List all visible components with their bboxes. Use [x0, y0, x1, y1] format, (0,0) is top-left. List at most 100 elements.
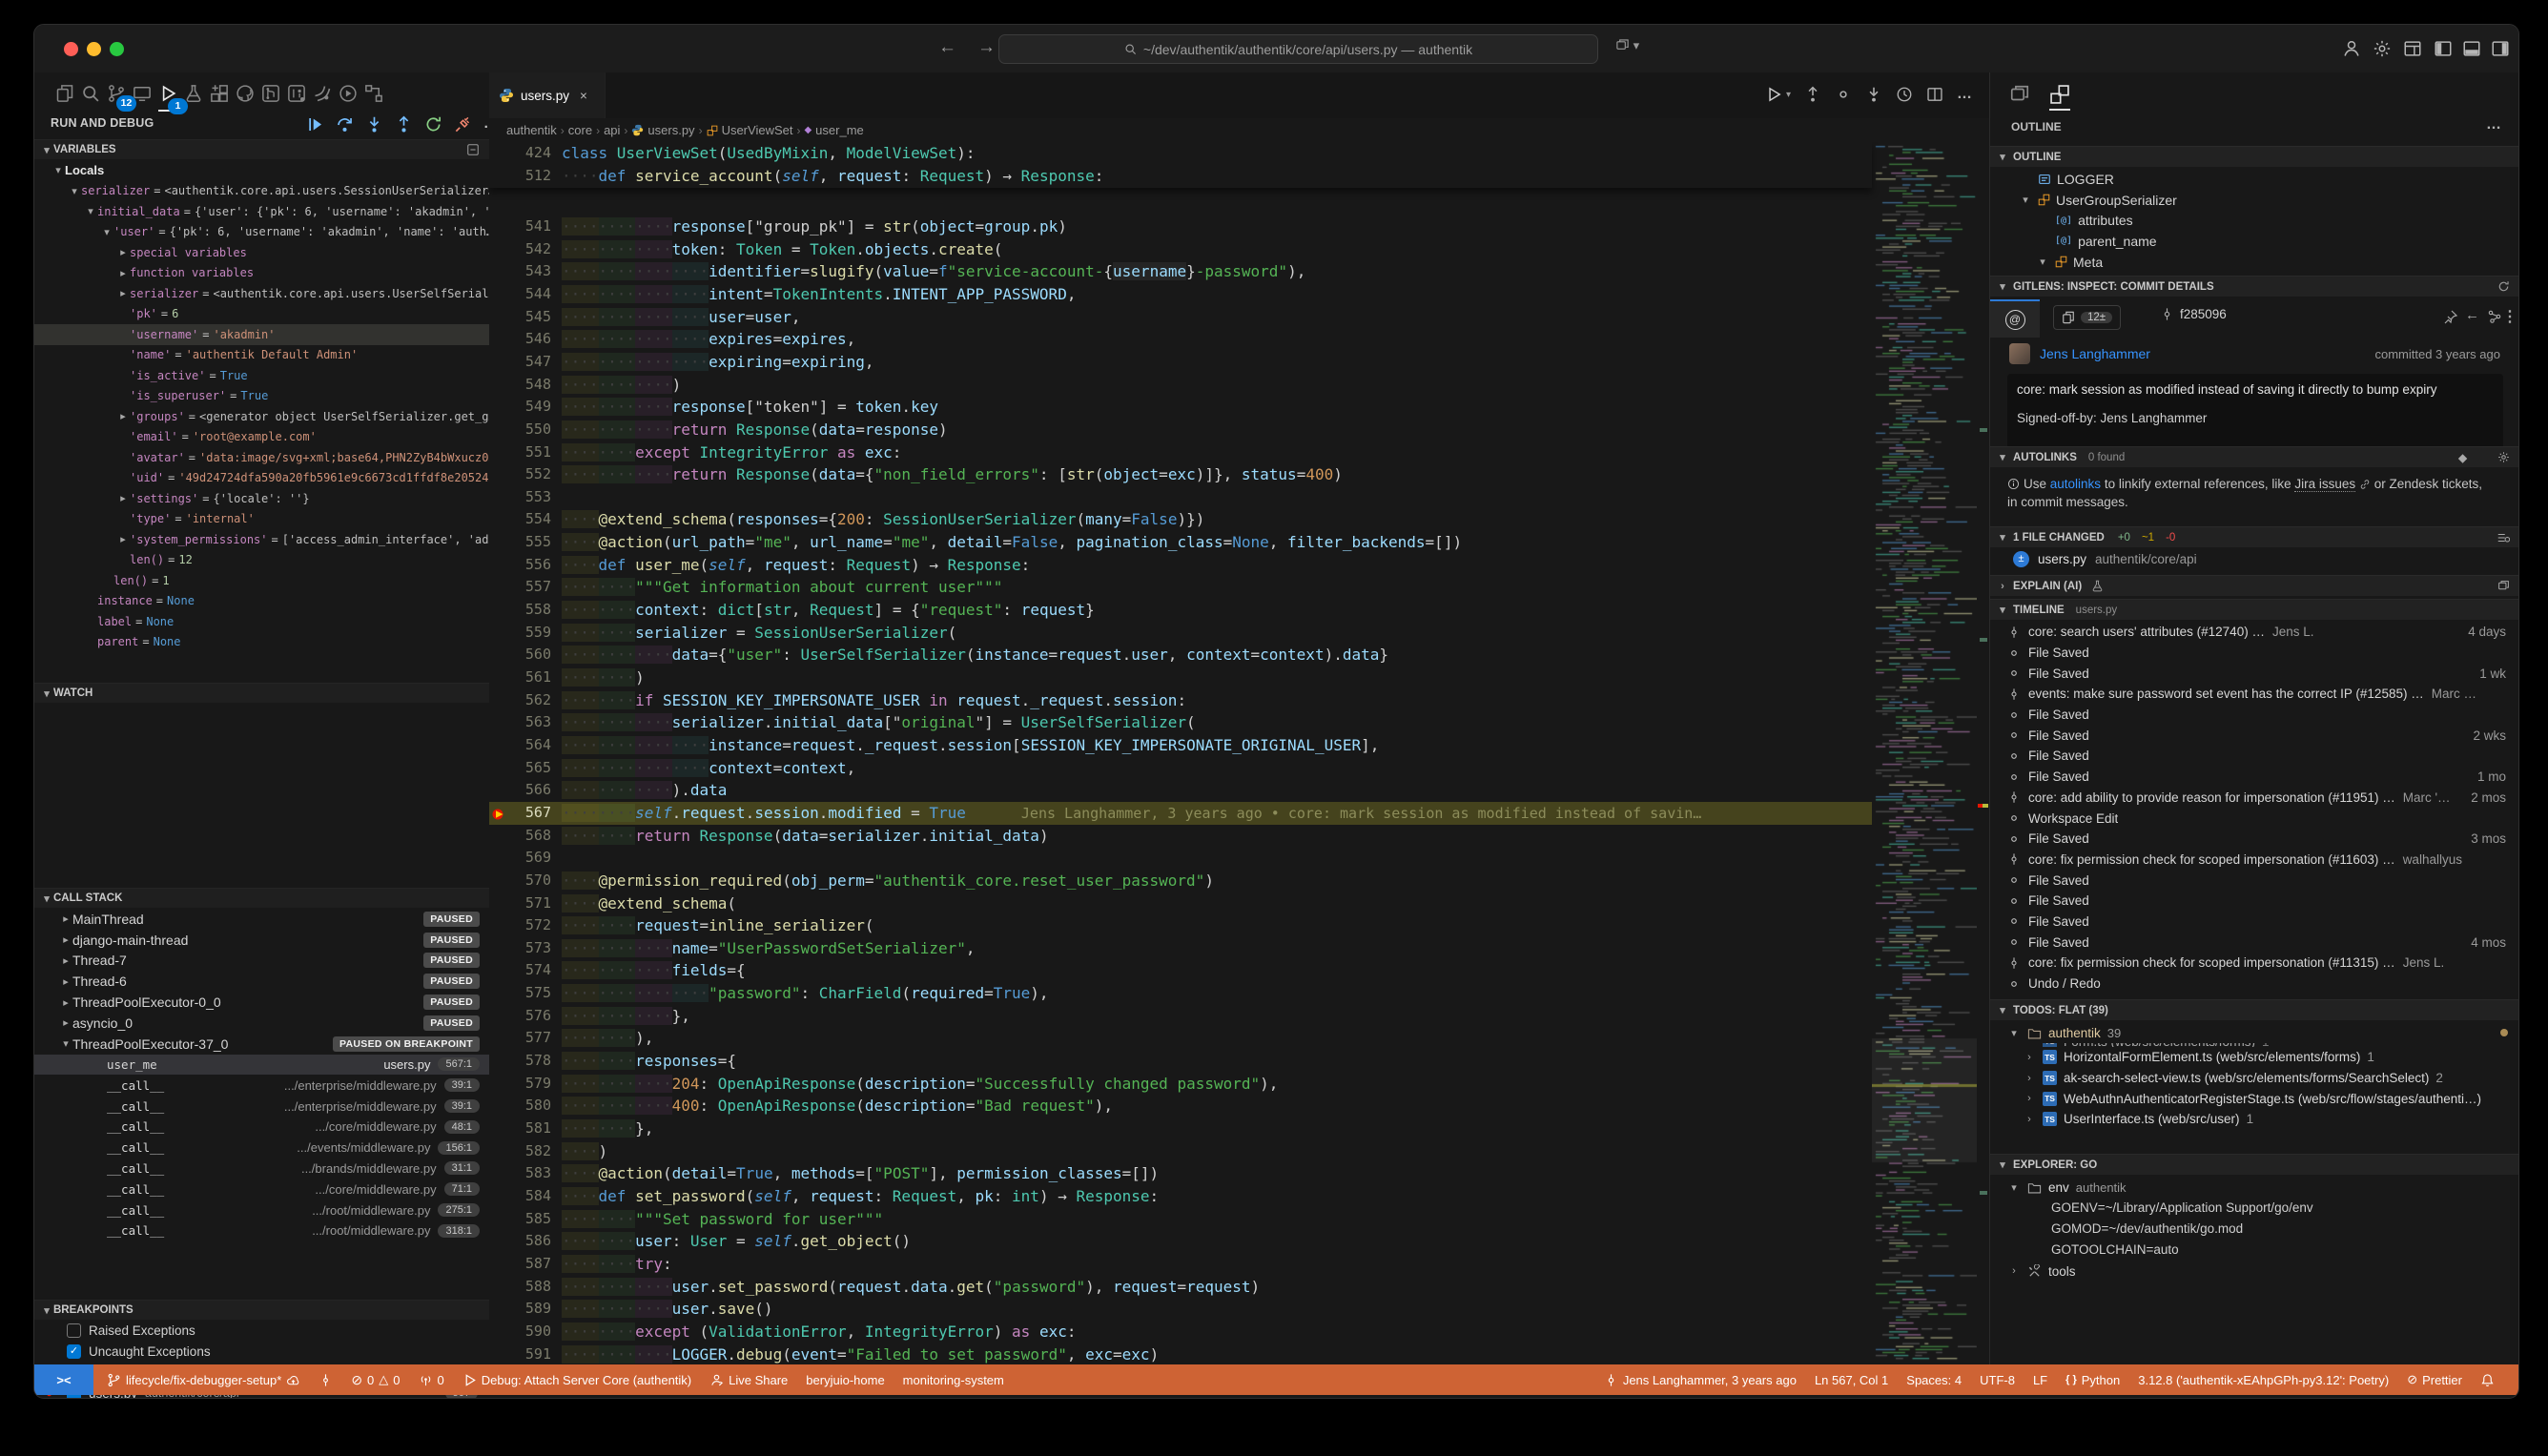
outline-item[interactable]: ▾UserGroupSerializer [1990, 190, 2519, 211]
status-item-live[interactable]: Live Share [709, 1373, 788, 1387]
variable-row[interactable]: ▸'groups'=<generator object UserSelfSeri… [34, 406, 489, 427]
breadcrumb-item[interactable]: authentik [506, 123, 557, 137]
todo-file-item[interactable]: ›TSWebAuthnAuthenticatorRegisterStage.ts… [1990, 1088, 2519, 1109]
code-line[interactable]: 590········except (ValidationError, Inte… [489, 1321, 1872, 1343]
code-line[interactable]: 512····def service_account(self, request… [489, 165, 1872, 188]
code-line[interactable]: 556····def user_me(self, request: Reques… [489, 554, 1872, 577]
call-stack-thread[interactable]: ▸Thread-7PAUSED [34, 951, 489, 972]
timeline-item[interactable]: core: search users' attributes (#12740) … [1990, 622, 2519, 643]
timeline-item[interactable]: Workspace Edit [1990, 808, 2519, 829]
call-stack-section-header[interactable]: ▾CALL STACK [34, 888, 489, 908]
editor-layout-icon[interactable]: ▾ [1615, 38, 1639, 53]
call-stack-frame[interactable]: __call__.../enterprise/middleware.py39:1 [34, 1075, 489, 1096]
outline-section-header[interactable]: ▾OUTLINE [1990, 146, 2519, 167]
code-line[interactable]: 543················identifier=slugify(va… [489, 260, 1872, 283]
back-icon[interactable]: ← [2465, 307, 2479, 323]
zoom-window-button[interactable] [110, 42, 124, 56]
variable-row[interactable]: ▾serializer=<authentik.core.api.users.Se… [34, 181, 489, 202]
activity-item-github[interactable] [236, 84, 258, 107]
todo-file-item[interactable]: ›TSUserInterface.ts (web/src/user)1 [1990, 1109, 2519, 1130]
activity-item-remote-tunnels[interactable] [364, 84, 387, 107]
call-stack-frame[interactable]: __call__.../brands/middleware.py31:1 [34, 1159, 489, 1179]
prev-change-icon[interactable] [1804, 86, 1821, 103]
run-python-file-icon[interactable] [1765, 86, 1782, 103]
changed-file-row[interactable]: ± users.py authentik/core/api [2013, 551, 2197, 567]
code-line[interactable]: 550············return Response(data=resp… [489, 419, 1872, 441]
variable-row[interactable]: 'is_superuser'=True [34, 386, 489, 407]
activity-item-extensions[interactable] [210, 84, 233, 107]
go-env-item[interactable]: GOTOOLCHAIN=auto [1990, 1239, 2519, 1260]
variable-row[interactable]: 'is_active'=True [34, 365, 489, 386]
code-line[interactable]: 559········serializer = SessionUserSeria… [489, 622, 1872, 645]
variable-row[interactable]: ▸serializer=<authentik.core.api.users.Us… [34, 283, 489, 304]
call-stack-thread[interactable]: ▸MainThreadPAUSED [34, 909, 489, 930]
activity-item-remote-explorer[interactable] [133, 84, 155, 107]
step-into-button[interactable] [365, 115, 383, 133]
variable-row[interactable]: 'email'='root@example.com' [34, 427, 489, 448]
toggle-primary-sidebar-icon[interactable] [2434, 39, 2453, 58]
call-stack-frame[interactable]: __call__.../enterprise/middleware.py39:1 [34, 1096, 489, 1117]
minimap[interactable] [1872, 142, 1977, 1364]
status-item-utf-8[interactable]: UTF-8 [1980, 1373, 2015, 1387]
variable-row[interactable]: 'type'='internal' [34, 509, 489, 530]
activity-item-search[interactable] [81, 84, 104, 107]
call-stack-thread[interactable]: ▾ThreadPoolExecutor-37_0PAUSED ON BREAKP… [34, 1034, 489, 1055]
call-stack-thread[interactable]: ▸ThreadPoolExecutor-0_0PAUSED [34, 992, 489, 1013]
call-stack-thread[interactable]: ▸asyncio_0PAUSED [34, 1013, 489, 1034]
restart-button[interactable] [424, 115, 442, 133]
code-line[interactable]: 569 [489, 847, 1872, 870]
watch-section-header[interactable]: ▾WATCH [34, 683, 489, 703]
timeline-item[interactable]: File Saved [1990, 870, 2519, 891]
breakpoint-checkbox[interactable]: ✓ [67, 1344, 81, 1359]
code-line[interactable]: 586········user: User = self.get_object(… [489, 1230, 1872, 1253]
code-line[interactable]: 565················context=context, [489, 757, 1872, 780]
autolinks-link[interactable]: autolinks [2050, 477, 2101, 491]
code-line[interactable]: 587········try: [489, 1253, 1872, 1276]
code-line[interactable]: 573············name="UserPasswordSetSeri… [489, 937, 1872, 960]
todos-section-header[interactable]: ▾TODOS: FLAT (39) [1990, 999, 2519, 1020]
code-line[interactable]: 547················expiring=expiring, [489, 351, 1872, 374]
commit-sha[interactable]: f285096 [2160, 307, 2227, 321]
variable-row[interactable]: label=None [34, 611, 489, 632]
close-window-button[interactable] [64, 42, 78, 56]
variable-row[interactable]: parent=None [34, 632, 489, 653]
status-item[interactable] [318, 1373, 333, 1387]
variable-row[interactable]: 'name'='authentik Default Admin' [34, 345, 489, 366]
timeline-item[interactable]: File Saved4 mos [1990, 932, 2519, 953]
status-item-spaces[interactable]: Spaces: 4 [1906, 1373, 1962, 1387]
breakpoint-row[interactable]: ✓Uncaught Exceptions [34, 1342, 489, 1363]
code-line[interactable]: 545················user=user, [489, 306, 1872, 329]
code-line[interactable]: 567········self.request.session.modified… [489, 802, 1977, 825]
toggle-panel-icon[interactable] [2462, 39, 2481, 58]
activity-item-github-pr-queries[interactable] [287, 84, 310, 107]
timeline-item[interactable]: File Saved1 mo [1990, 767, 2519, 788]
code-line[interactable]: 554····@extend_schema(responses={200: Se… [489, 508, 1872, 531]
activity-item-gitlens[interactable] [313, 84, 336, 107]
code-line[interactable]: 564················instance=request._req… [489, 734, 1872, 757]
call-stack-frame[interactable]: __call__.../events/middleware.py156:1 [34, 1138, 489, 1159]
code-line[interactable]: 577········), [489, 1027, 1872, 1050]
code-line[interactable]: 579············204: OpenApiResponse(desc… [489, 1073, 1872, 1096]
code-line[interactable]: 572········request=inline_serializer( [489, 914, 1872, 937]
code-line[interactable]: 544················intent=TokenIntents.I… [489, 283, 1872, 306]
code-line[interactable]: 553 [489, 486, 1872, 509]
status-item-beryjuio-home[interactable]: beryjuio-home [806, 1373, 884, 1387]
variable-row[interactable]: 'avatar'='data:image/svg+xml;base64,PHN2… [34, 447, 489, 468]
settings-gear-icon[interactable] [2373, 39, 2392, 58]
status-item-jens[interactable]: Jens Langhammer, 3 years ago [1604, 1373, 1797, 1387]
commit-search-tab[interactable]: @ [1990, 299, 2040, 338]
code-line[interactable]: 576············}, [489, 1005, 1872, 1028]
code-line[interactable]: 552············return Response(data={"no… [489, 463, 1872, 486]
panel-more-icon[interactable]: … [2486, 116, 2501, 133]
pin-icon[interactable] [2443, 309, 2458, 324]
code-line[interactable]: 582····) [489, 1140, 1872, 1163]
tab-close-icon[interactable]: × [580, 89, 587, 103]
variable-row[interactable]: ▸'settings'={'locale': ''} [34, 488, 489, 509]
code-line[interactable]: 560············data={"user": UserSelfSer… [489, 644, 1872, 666]
commit-message-box[interactable]: core: mark session as modified instead o… [2007, 374, 2503, 452]
kebab-icon[interactable]: ⋮ [2502, 307, 2517, 326]
timeline-item[interactable]: core: fix permission check for scoped im… [1990, 953, 2519, 974]
variables-section-header[interactable]: ▾VARIABLES [34, 139, 489, 159]
todos-project-row[interactable]: ▾ authentik 39 [1990, 1022, 2519, 1043]
code-line[interactable]: 588············user.set_password(request… [489, 1276, 1872, 1299]
